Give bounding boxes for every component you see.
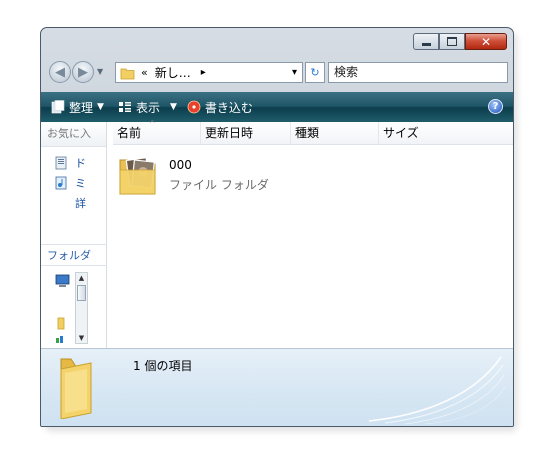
folder-icon bbox=[120, 68, 135, 79]
views-dropdown-icon: ▼ bbox=[169, 102, 177, 112]
column-name-label: 名前 bbox=[117, 126, 142, 140]
organize-dropdown-icon: ▼ bbox=[97, 102, 104, 112]
folders-label: フォルダ bbox=[47, 249, 91, 262]
content-area: お気に入 ド ミ 詳 フォルダ ▲ ▼ 名前 ^ 更新日時 種類 サイズ 000… bbox=[41, 119, 513, 348]
favorites-header: お気に入 bbox=[41, 122, 106, 147]
organize-icon bbox=[51, 100, 65, 114]
column-name[interactable]: 名前 ^ bbox=[113, 119, 201, 144]
maximize-icon bbox=[447, 37, 457, 46]
column-size[interactable]: サイズ bbox=[379, 122, 513, 144]
large-folder-icon bbox=[60, 358, 92, 419]
maximize-button[interactable] bbox=[439, 33, 465, 50]
item-count: 1 個の項目 bbox=[133, 359, 193, 373]
tree-scrollbar[interactable]: ▲ ▼ bbox=[75, 272, 88, 344]
column-type[interactable]: 種類 bbox=[291, 122, 379, 144]
burn-label: 書き込む bbox=[204, 100, 253, 115]
breadcrumb-chevrons[interactable]: « bbox=[141, 66, 148, 79]
scroll-thumb[interactable] bbox=[77, 285, 86, 301]
breadcrumb-current[interactable]: 新し… bbox=[155, 64, 191, 81]
favorite-link-music-label: ミ bbox=[75, 177, 86, 190]
minimize-button[interactable] bbox=[413, 33, 439, 50]
help-icon[interactable]: ? bbox=[488, 99, 503, 114]
minimize-icon bbox=[421, 43, 431, 46]
computer-icon bbox=[55, 274, 70, 287]
address-bar[interactable]: « 新し… ▸ ▾ bbox=[115, 62, 303, 83]
file-item[interactable]: 000 ファイル フォルダ bbox=[113, 152, 293, 206]
scroll-up-icon[interactable]: ▲ bbox=[76, 273, 87, 283]
organize-menu[interactable]: 整理 ▼ bbox=[51, 99, 104, 116]
navigation-pane: お気に入 ド ミ 詳 フォルダ ▲ ▼ bbox=[41, 122, 107, 348]
file-item-type: ファイル フォルダ bbox=[169, 178, 269, 192]
burn-button[interactable]: 書き込む bbox=[187, 99, 253, 116]
folder-tree: ▲ ▼ bbox=[55, 272, 95, 344]
column-modified-label: 更新日時 bbox=[205, 126, 254, 140]
photo-folder-icon bbox=[119, 157, 156, 195]
explorer-window: ✕ ◀ ▶ ▼ « 新し… ▸ ▾ ↻ 検索 整理 ▼ 表示 ▼ 書き込む ? … bbox=[40, 27, 514, 427]
favorite-link-documents[interactable]: ド bbox=[41, 153, 106, 173]
music-icon bbox=[55, 176, 67, 190]
burn-disc-icon bbox=[187, 100, 201, 114]
column-header-row: 名前 ^ 更新日時 種類 サイズ bbox=[113, 119, 513, 145]
favorite-link-more[interactable]: 詳 bbox=[41, 193, 106, 213]
column-modified[interactable]: 更新日時 bbox=[201, 122, 291, 144]
back-arrow-icon: ◀ bbox=[55, 64, 65, 80]
tree-folder-icon bbox=[57, 317, 65, 330]
documents-icon bbox=[55, 156, 67, 170]
search-input[interactable]: 検索 bbox=[328, 62, 508, 83]
refresh-button[interactable]: ↻ bbox=[305, 62, 325, 83]
refresh-icon: ↻ bbox=[310, 66, 320, 79]
breadcrumb-arrow-icon[interactable]: ▸ bbox=[201, 67, 206, 78]
column-size-label: サイズ bbox=[383, 126, 419, 140]
details-pane: 1 個の項目 bbox=[41, 348, 513, 426]
views-label: 表示 bbox=[135, 100, 160, 115]
close-button[interactable]: ✕ bbox=[465, 33, 507, 50]
file-item-name: 000 bbox=[169, 158, 192, 172]
caption-buttons: ✕ bbox=[413, 33, 507, 50]
folders-header[interactable]: フォルダ bbox=[41, 244, 106, 266]
scroll-down-icon[interactable]: ▼ bbox=[76, 333, 87, 343]
command-toolbar: 整理 ▼ 表示 ▼ 書き込む ? bbox=[41, 92, 513, 122]
views-icon bbox=[118, 102, 131, 112]
views-menu[interactable]: 表示 ▼ bbox=[118, 99, 177, 116]
history-dropdown-icon[interactable]: ▼ bbox=[97, 67, 103, 76]
address-row: ◀ ▶ ▼ « 新し… ▸ ▾ ↻ 検索 bbox=[47, 60, 508, 86]
decorative-swoosh bbox=[368, 356, 505, 425]
close-icon: ✕ bbox=[480, 34, 492, 49]
forward-arrow-icon: ▶ bbox=[78, 64, 88, 80]
back-button[interactable]: ◀ bbox=[49, 61, 71, 83]
sort-ascending-icon: ^ bbox=[149, 119, 156, 128]
address-dropdown-icon[interactable]: ▾ bbox=[292, 67, 297, 78]
column-type-label: 種類 bbox=[295, 126, 320, 140]
tree-item-icon bbox=[56, 336, 63, 343]
favorite-link-music[interactable]: ミ bbox=[41, 173, 106, 193]
organize-label: 整理 bbox=[69, 100, 94, 115]
forward-button[interactable]: ▶ bbox=[72, 61, 94, 83]
favorite-link-more-label: 詳 bbox=[75, 197, 86, 210]
favorite-link-documents-label: ド bbox=[75, 157, 86, 170]
